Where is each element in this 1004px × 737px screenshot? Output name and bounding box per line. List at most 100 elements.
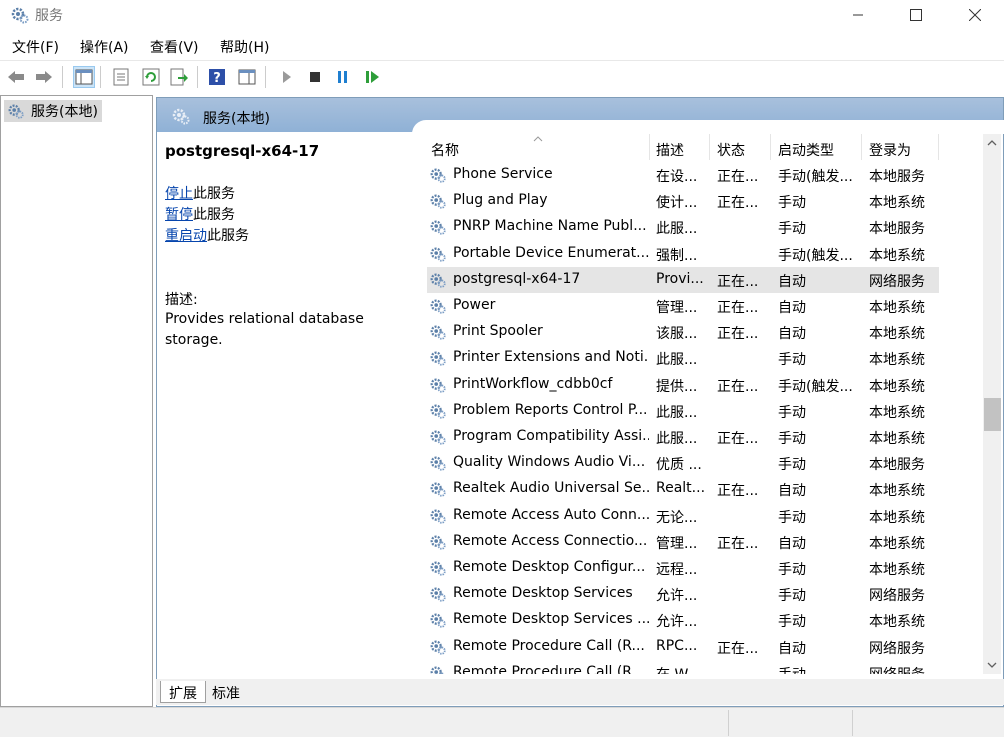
pause-service-button[interactable] — [332, 66, 354, 88]
svg-text:?: ? — [213, 71, 221, 86]
tab-extended[interactable]: 扩展 — [160, 681, 206, 703]
stop-service-icon — [310, 72, 320, 82]
stop-service-link[interactable]: 停止 — [165, 186, 193, 202]
service-row[interactable]: Portable Device Enumerat... 强制... 手动(触发...… — [427, 241, 939, 267]
service-details: postgresql-x64-17 停止此服务 暂停此服务 重启动此服务 描述:… — [165, 142, 415, 351]
show-hide-console-tree-icon — [75, 69, 93, 85]
start-service-button[interactable] — [276, 66, 298, 88]
window-title: 服务 — [35, 8, 63, 24]
export-list-icon — [170, 68, 188, 86]
column-header-name[interactable]: 名称 — [431, 140, 459, 160]
column-divider — [861, 134, 862, 160]
service-startup-type-cell: 自动 — [778, 535, 806, 552]
service-log-on-as-cell: 本地系统 — [869, 562, 925, 578]
tab-standard[interactable]: 标准 — [204, 681, 248, 703]
service-description-cell: 此服... — [656, 352, 698, 369]
service-row[interactable]: PNRP Machine Name Publ... 此服... 手动 本地服务 — [427, 214, 939, 240]
properties-button[interactable] — [110, 66, 132, 88]
menu-view[interactable]: 查看(V) — [150, 37, 199, 57]
service-log-on-as-cell: 本地系统 — [869, 300, 925, 316]
service-row[interactable]: Remote Desktop Services ... 允许... 手动 本地系统 — [427, 607, 939, 633]
service-row[interactable]: Realtek Audio Universal Se... Realt... 正在.… — [427, 476, 939, 502]
vertical-scrollbar[interactable] — [983, 134, 1001, 674]
service-description-cell: 此服... — [656, 404, 698, 421]
service-name-cell: Quality Windows Audio Vi... — [453, 454, 646, 471]
pause-service-link[interactable]: 暂停 — [165, 207, 193, 223]
forward-button[interactable] — [33, 66, 55, 88]
service-gear-icon — [430, 351, 446, 367]
column-header-status[interactable]: 状态 — [717, 140, 745, 160]
service-row[interactable]: Remote Desktop Services 允许... 手动 网络服务 — [427, 581, 939, 607]
service-row[interactable]: postgresql-x64-17 Provi... 正在... 自动 网络服务 — [427, 266, 939, 293]
service-gear-icon — [430, 561, 446, 576]
help-button[interactable]: ? — [206, 66, 228, 88]
service-row[interactable]: Quality Windows Audio Vi... 优质 ... 手动 本地服务 — [427, 450, 939, 476]
description-label: 描述: — [165, 292, 198, 308]
scroll-down-button[interactable] — [983, 656, 1001, 674]
close-icon — [969, 9, 981, 21]
title-bar: 服务 — [0, 0, 1004, 30]
service-description-cell: 允许... — [656, 588, 698, 605]
service-row[interactable]: Remote Access Auto Conn... 无论... 手动 本地系统 — [427, 503, 939, 529]
minimize-button[interactable] — [829, 0, 887, 30]
service-log-on-as-cell: 本地服务 — [869, 457, 925, 474]
services-gear-icon — [8, 104, 24, 119]
service-description-cell: 管理... — [656, 535, 698, 552]
service-row[interactable]: Phone Service 在设... 正在... 手动(触发... 本地服务 — [427, 162, 939, 188]
service-status-cell: 正在... — [717, 431, 759, 447]
service-row[interactable]: Remote Access Connectio... 管理... 正在... 自动 本地… — [427, 529, 939, 555]
service-name-cell: Remote Desktop Services ... — [453, 611, 649, 628]
menu-file[interactable]: 文件(F) — [12, 37, 59, 57]
service-row[interactable]: Printer Extensions and Noti... 此服... 手动 本地系… — [427, 345, 939, 371]
restart-suffix: 此服务 — [207, 228, 249, 244]
export-list-button[interactable] — [168, 66, 190, 88]
scrollbar-thumb[interactable] — [984, 398, 1001, 431]
service-row[interactable]: Plug and Play 使计... 正在... 手动 本地系统 — [427, 188, 939, 214]
service-name-cell: PrintWorkflow_cdbb0cf — [453, 375, 613, 392]
service-gear-icon — [430, 404, 446, 419]
column-header-startup-type[interactable]: 启动类型 — [778, 140, 834, 160]
tree-item-services-local[interactable]: 服务(本地) — [4, 100, 102, 122]
show-action-pane-button[interactable] — [236, 66, 258, 88]
service-row[interactable]: Power 管理... 正在... 自动 本地系统 — [427, 293, 939, 319]
refresh-button[interactable] — [140, 66, 162, 88]
service-gear-icon — [430, 482, 446, 498]
service-description-cell: Provi... — [656, 270, 704, 287]
resume-service-button[interactable] — [362, 66, 384, 88]
show-hide-console-tree-button[interactable] — [73, 66, 95, 88]
maximize-icon — [910, 9, 922, 21]
service-startup-type-cell: 手动 — [778, 562, 806, 578]
restart-service-link[interactable]: 重启动 — [165, 228, 207, 244]
service-row[interactable]: Remote Procedure Call (R... 在 W... 手动 网络服务 — [427, 660, 939, 674]
panel-title: 服务(本地) — [203, 111, 270, 127]
help-icon: ? — [209, 69, 225, 86]
menu-help[interactable]: 帮助(H) — [220, 37, 269, 57]
selected-service-name: postgresql-x64-17 — [165, 142, 320, 160]
service-status-cell: 正在... — [717, 483, 759, 500]
service-row[interactable]: Program Compatibility Assi... 此服... 正在... 手… — [427, 424, 939, 450]
column-header-description[interactable]: 描述 — [656, 140, 684, 160]
scroll-up-button[interactable] — [983, 134, 1001, 152]
menu-action[interactable]: 操作(A) — [80, 37, 129, 57]
service-gear-icon — [430, 378, 446, 393]
service-startup-type-cell: 自动 — [778, 483, 806, 500]
service-row[interactable]: Problem Reports Control P... 此服... 手动 本地系统 — [427, 398, 939, 424]
service-gear-icon — [430, 613, 446, 629]
toolbar-separator — [265, 66, 266, 88]
stop-service-button[interactable] — [304, 66, 326, 88]
back-icon — [8, 71, 24, 83]
service-gear-icon — [430, 430, 446, 445]
minimize-icon — [853, 14, 863, 16]
maximize-button[interactable] — [887, 0, 945, 30]
service-row[interactable]: PrintWorkflow_cdbb0cf 提供... 正在... 手动(触发... 本… — [427, 372, 939, 398]
close-button[interactable] — [946, 0, 1004, 30]
back-button[interactable] — [5, 66, 27, 88]
service-description-cell: RPC... — [656, 637, 698, 654]
service-row[interactable]: Print Spooler 该服... 正在... 自动 本地系统 — [427, 319, 939, 345]
refresh-icon — [142, 68, 160, 86]
service-row[interactable]: Remote Procedure Call (R... RPC... 正在... 自动… — [427, 634, 939, 660]
service-description-cell: 此服... — [656, 431, 698, 447]
service-row[interactable]: Remote Desktop Configur... 远程... 手动 本地系统 — [427, 555, 939, 581]
column-header-log-on-as[interactable]: 登录为 — [869, 140, 911, 160]
column-divider — [770, 134, 771, 160]
